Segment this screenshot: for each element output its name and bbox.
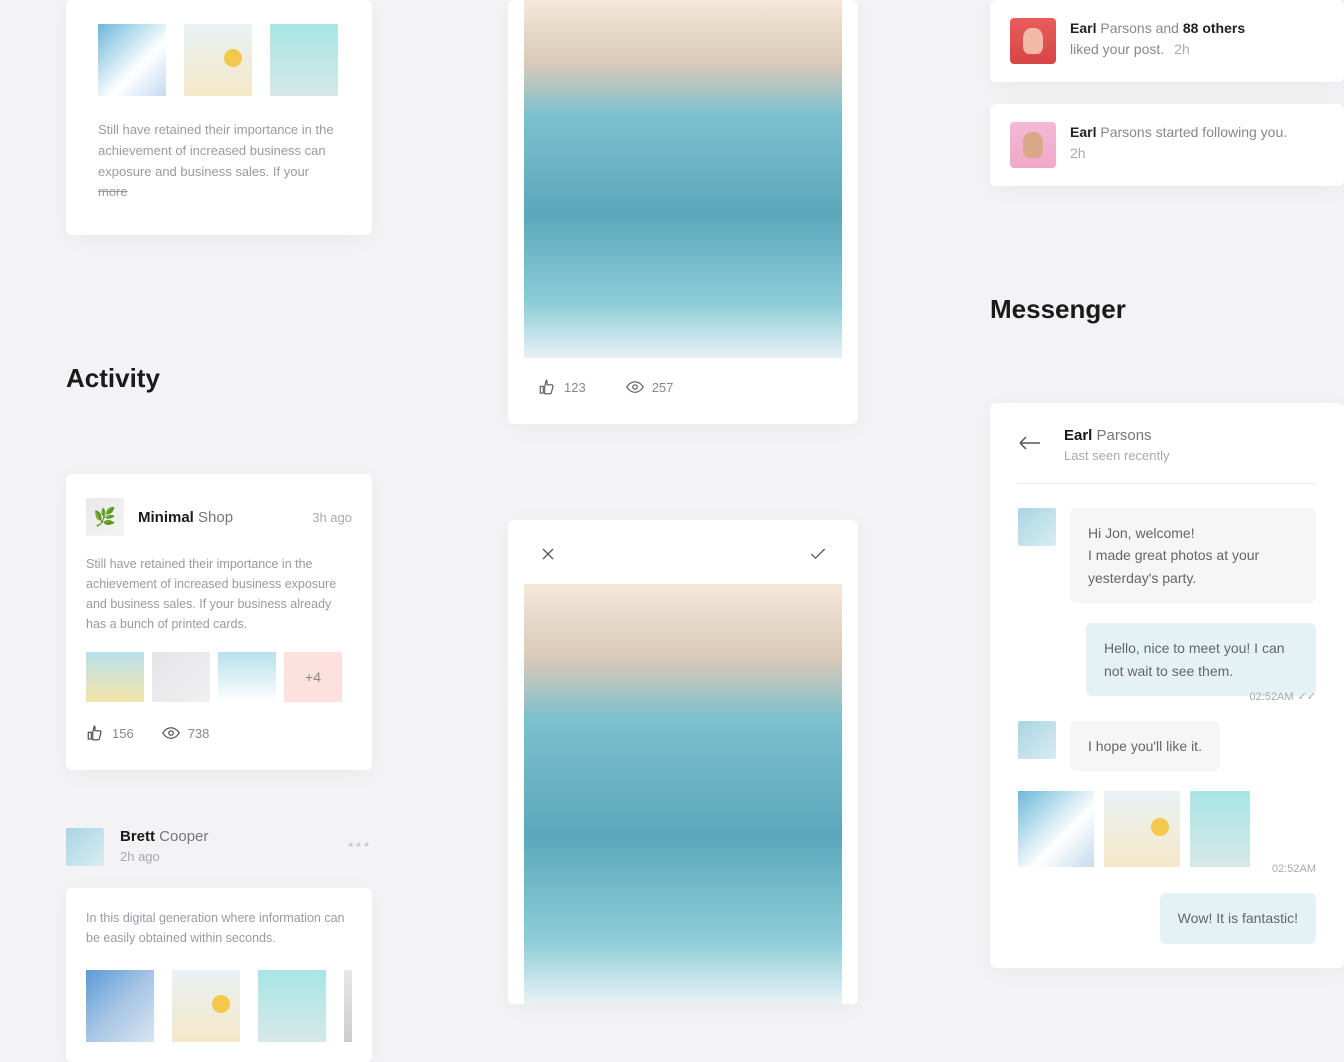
arrow-left-icon: [1018, 436, 1042, 450]
post-description: In this digital generation where informa…: [86, 908, 352, 948]
eye-icon: [626, 378, 644, 396]
check-icon[interactable]: [808, 544, 828, 564]
message-outgoing: Hello, nice to meet you! I can not wait …: [1018, 623, 1316, 696]
read-receipt-icon: ✓✓: [1298, 691, 1316, 703]
message-bubble: Hi Jon, welcome! I made great photos at …: [1070, 508, 1316, 603]
chat-name[interactable]: Earl Parsons: [1064, 427, 1170, 444]
back-button[interactable]: [1018, 436, 1042, 455]
message-bubble: I hope you'll like it.: [1070, 721, 1220, 771]
close-icon[interactable]: [538, 544, 558, 564]
messenger-card: Earl Parsons Last seen recently Hi Jon, …: [990, 403, 1344, 968]
thumb-image[interactable]: [344, 970, 352, 1042]
thumb-image[interactable]: [172, 970, 240, 1042]
avatar[interactable]: [1018, 721, 1056, 759]
message-outgoing: Wow! It is fantastic!: [1018, 893, 1316, 943]
avatar[interactable]: [1010, 18, 1056, 64]
notification[interactable]: Earl Parsons started following you. 2h: [990, 104, 1344, 186]
like-stat[interactable]: 123: [538, 378, 586, 396]
thumb-image[interactable]: [86, 970, 154, 1042]
messenger-heading: Messenger: [990, 294, 1344, 325]
chat-status: Last seen recently: [1064, 448, 1170, 463]
notification[interactable]: Earl Parsons and 88 others liked your po…: [990, 0, 1344, 82]
thumb-image[interactable]: [1018, 791, 1094, 867]
thumb-image[interactable]: [218, 652, 276, 702]
thumb-image[interactable]: [270, 24, 338, 96]
message-incoming: Hi Jon, welcome! I made great photos at …: [1018, 508, 1316, 603]
card-description: Still have retained their importance in …: [98, 120, 340, 203]
avatar[interactable]: [66, 828, 104, 866]
message-photos: [1018, 791, 1316, 867]
thumb-image[interactable]: [184, 24, 252, 96]
more-options-icon[interactable]: •••: [348, 828, 372, 852]
more-link[interactable]: more: [98, 184, 128, 199]
thumb-image[interactable]: [86, 652, 144, 702]
message-bubble: Wow! It is fantastic!: [1160, 893, 1316, 943]
view-stat[interactable]: 257: [626, 378, 674, 396]
notification-text: Earl Parsons and 88 others liked your po…: [1070, 18, 1245, 64]
post-time: 3h ago: [312, 510, 352, 525]
thumbs-up-icon: [86, 724, 104, 742]
avatar[interactable]: [1010, 122, 1056, 168]
post-description: Still have retained their importance in …: [86, 554, 352, 634]
like-stat[interactable]: 156: [86, 724, 134, 742]
top-card: Still have retained their importance in …: [66, 0, 372, 235]
view-stat[interactable]: 738: [162, 724, 210, 742]
author-name[interactable]: Minimal Shop: [138, 509, 298, 526]
thumb-image[interactable]: [1104, 791, 1180, 867]
activity-heading: Activity: [66, 363, 372, 394]
message-bubble: Hello, nice to meet you! I can not wait …: [1086, 623, 1316, 696]
thumb-image[interactable]: [98, 24, 166, 96]
photo[interactable]: [524, 0, 842, 358]
thumbs-up-icon: [538, 378, 556, 396]
thumb-image[interactable]: [1190, 791, 1250, 867]
photo-card: 123 257: [508, 0, 858, 424]
message-incoming: I hope you'll like it.: [1018, 721, 1316, 771]
swipe-card: [508, 520, 858, 1004]
thumb-row: [98, 24, 340, 96]
more-thumbs[interactable]: +4: [284, 652, 342, 702]
photo[interactable]: [524, 584, 842, 1004]
author-name[interactable]: Brett Cooper: [120, 828, 332, 845]
activity-post: Brett Cooper 2h ago ••• In this digital …: [66, 828, 372, 1062]
avatar[interactable]: [1018, 508, 1056, 546]
thumb-image[interactable]: [152, 652, 210, 702]
eye-icon: [162, 724, 180, 742]
thumb-row: +4: [86, 652, 352, 702]
thumb-image[interactable]: [258, 970, 326, 1042]
notification-text: Earl Parsons started following you. 2h: [1070, 122, 1287, 168]
avatar[interactable]: 🌿: [86, 498, 124, 536]
activity-post: 🌿 Minimal Shop 3h ago Still have retaine…: [66, 474, 372, 770]
post-time: 2h ago: [120, 849, 332, 864]
